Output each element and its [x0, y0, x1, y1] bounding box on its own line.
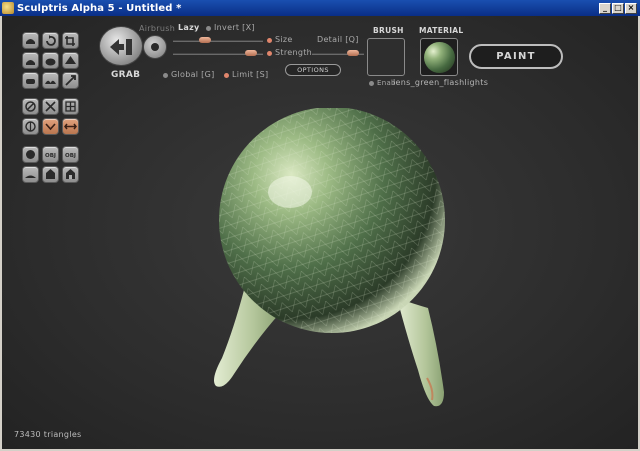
- reduce-brush-icon[interactable]: [22, 98, 39, 115]
- airbrush-toggle[interactable]: [143, 35, 167, 59]
- material-name: lens_green_flashlights: [393, 78, 489, 87]
- strength-label: Strength: [275, 48, 313, 57]
- paint-button[interactable]: PAINT: [469, 44, 563, 69]
- brush-enable-radio[interactable]: [369, 81, 374, 86]
- window-title: Sculptris Alpha 5 - Untitled *: [17, 2, 182, 14]
- mirror-icon[interactable]: [62, 118, 79, 135]
- title-bar: Sculptris Alpha 5 - Untitled * _ □ ×: [0, 0, 640, 16]
- mask-icon[interactable]: [42, 98, 59, 115]
- detail-slider-knob[interactable]: [347, 50, 359, 56]
- svg-text:OBJ: OBJ: [45, 153, 56, 159]
- triangle-count: 73430 triangles: [14, 430, 82, 439]
- viewport[interactable]: OBJ OBJ GRAB Airbrush Lazy Invert [X] Si…: [0, 16, 640, 451]
- crop-icon[interactable]: [62, 32, 79, 49]
- invert-label[interactable]: Invert [X]: [214, 23, 255, 32]
- material-heading: MATERIAL: [419, 26, 464, 35]
- rotate-icon[interactable]: [42, 32, 59, 49]
- flatten-icon[interactable]: [22, 72, 39, 89]
- lazy-slider-knob[interactable]: [199, 37, 211, 43]
- export-obj-icon[interactable]: OBJ: [62, 146, 79, 163]
- limit-label[interactable]: Limit [S]: [232, 70, 268, 79]
- crease-icon[interactable]: [42, 72, 59, 89]
- grid-icon[interactable]: [62, 98, 79, 115]
- size-indicator: [267, 38, 272, 43]
- draw-icon[interactable]: [22, 52, 39, 69]
- maximize-icon[interactable]: □: [612, 2, 624, 14]
- smooth-icon[interactable]: [22, 32, 39, 49]
- plane-icon[interactable]: [22, 166, 39, 183]
- svg-text:OBJ: OBJ: [65, 153, 76, 159]
- global-radio[interactable]: [163, 73, 168, 78]
- material-preview-ball: [424, 42, 455, 73]
- detail-label: Detail [Q]: [317, 35, 359, 44]
- inflate-icon[interactable]: [42, 52, 59, 69]
- import-obj-icon[interactable]: OBJ: [42, 146, 59, 163]
- window-controls: _ □ ×: [599, 2, 637, 14]
- limit-radio[interactable]: [224, 73, 229, 78]
- brush-swatch[interactable]: [367, 38, 405, 76]
- airbrush-label: Airbrush: [139, 24, 176, 33]
- grab-tool-button[interactable]: [99, 26, 143, 66]
- wireframe-icon[interactable]: [22, 118, 39, 135]
- size-label: Size: [275, 35, 293, 44]
- close-icon[interactable]: ×: [625, 2, 637, 14]
- options-button[interactable]: OPTIONS: [285, 64, 341, 76]
- lazy-slider[interactable]: [173, 40, 263, 42]
- global-label[interactable]: Global [G]: [171, 70, 215, 79]
- invert-radio[interactable]: [206, 26, 211, 31]
- lazy-label[interactable]: Lazy: [178, 23, 200, 32]
- sphere-icon[interactable]: [22, 146, 39, 163]
- save-icon[interactable]: [62, 166, 79, 183]
- pinch-icon[interactable]: [62, 52, 79, 69]
- strength-indicator: [267, 51, 272, 56]
- material-swatch[interactable]: [420, 38, 458, 76]
- brush-heading: BRUSH: [373, 26, 404, 35]
- open-icon[interactable]: [42, 166, 59, 183]
- size-slider-knob[interactable]: [245, 50, 257, 56]
- symmetry-icon[interactable]: [42, 118, 59, 135]
- tool-name-label: GRAB: [111, 70, 141, 80]
- scale-icon[interactable]: [62, 72, 79, 89]
- app-icon: [2, 2, 14, 14]
- minimize-icon[interactable]: _: [599, 2, 611, 14]
- sculpt-model[interactable]: [182, 108, 482, 418]
